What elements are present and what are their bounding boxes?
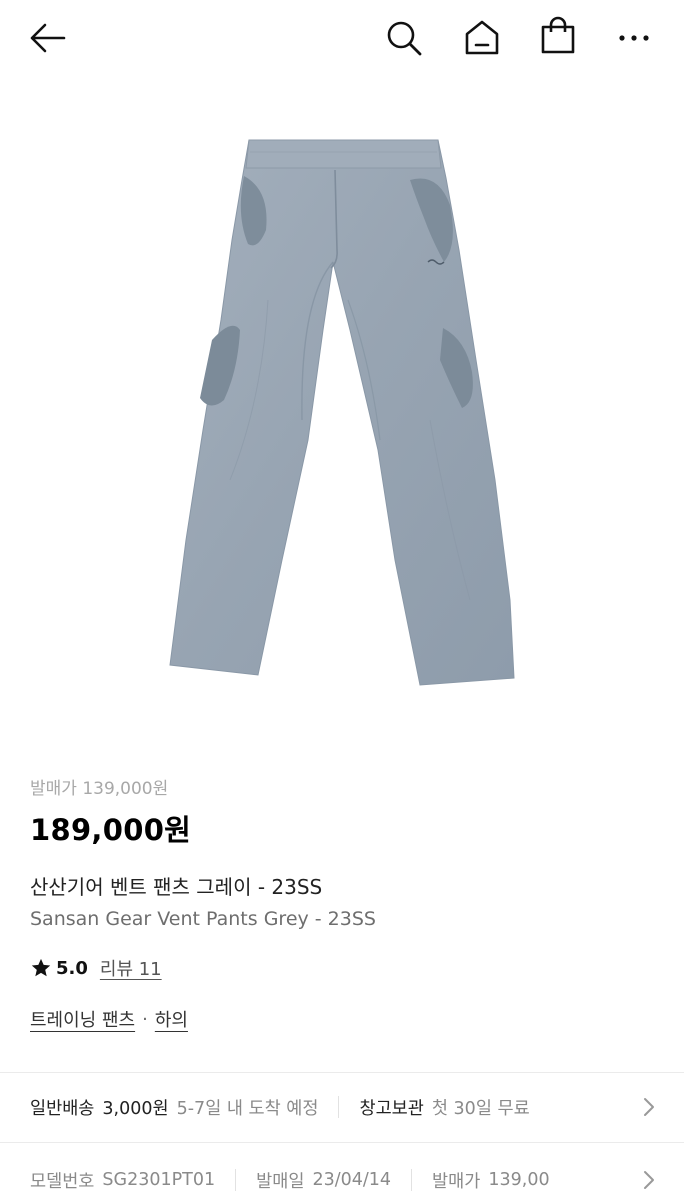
product-name-korean: 산산기어 벤트 팬츠 그레이 - 23SS (30, 875, 323, 899)
current-price: 189,000원 (30, 813, 192, 847)
category-breadcrumb: 트레이닝 팬츠 · 하의 (30, 1004, 654, 1034)
shipping-info-strip[interactable]: 일반배송 3,000원 5-7일 내 도착 예정 창고보관 첫 30일 무료 (0, 1073, 684, 1141)
divider (0, 1142, 684, 1143)
rating-row: 5.0 리뷰 11 (30, 954, 654, 982)
model-number-value: SG2301PT01 (102, 1170, 216, 1190)
release-price-value: 139,00 (488, 1170, 550, 1190)
shipping-fee: 3,000원 (102, 1098, 169, 1119)
product-name-english: Sansan Gear Vent Pants Grey - 23SS (30, 908, 376, 930)
category-separator: · (142, 1008, 148, 1030)
release-price: 발매가 139,000원 (30, 779, 169, 799)
vertical-divider (235, 1169, 237, 1191)
home-icon[interactable] (462, 17, 502, 57)
product-image[interactable] (0, 80, 684, 760)
storage-label: 창고보관 (359, 1098, 424, 1119)
rating-value: 5.0 (56, 957, 88, 979)
shipping-method-label: 일반배송 (30, 1098, 95, 1119)
vertical-divider (338, 1096, 340, 1118)
search-icon[interactable] (384, 18, 424, 58)
product-info: 발매가 139,000원 189,000원 산산기어 벤트 팬츠 그레이 - 2… (30, 776, 654, 1034)
category-sub-link[interactable]: 하의 (155, 1006, 188, 1032)
release-date-label: 발매일 (256, 1171, 305, 1192)
release-price-label: 발매가 (432, 1171, 481, 1192)
pants-illustration (169, 139, 515, 686)
review-count-link[interactable]: 리뷰 11 (100, 955, 162, 981)
star-icon (30, 957, 52, 979)
release-date-value: 23/04/14 (312, 1170, 392, 1190)
storage-description: 첫 30일 무료 (431, 1098, 530, 1119)
chevron-right-icon[interactable] (642, 1170, 656, 1190)
category-main-link[interactable]: 트레이닝 팬츠 (30, 1006, 135, 1032)
top-navigation-bar (0, 0, 684, 80)
shopping-bag-icon[interactable] (538, 16, 578, 56)
vertical-divider (411, 1169, 413, 1191)
arrow-left-icon[interactable] (26, 20, 68, 56)
shipping-eta: 5-7일 내 도착 예정 (176, 1098, 319, 1119)
product-details-strip[interactable]: 모델번호 SG2301PT01 발매일 23/04/14 발매가 139,00 (0, 1146, 684, 1200)
more-horizontal-icon[interactable] (618, 28, 652, 48)
chevron-right-icon[interactable] (642, 1097, 656, 1117)
model-number-label: 모델번호 (30, 1171, 95, 1192)
